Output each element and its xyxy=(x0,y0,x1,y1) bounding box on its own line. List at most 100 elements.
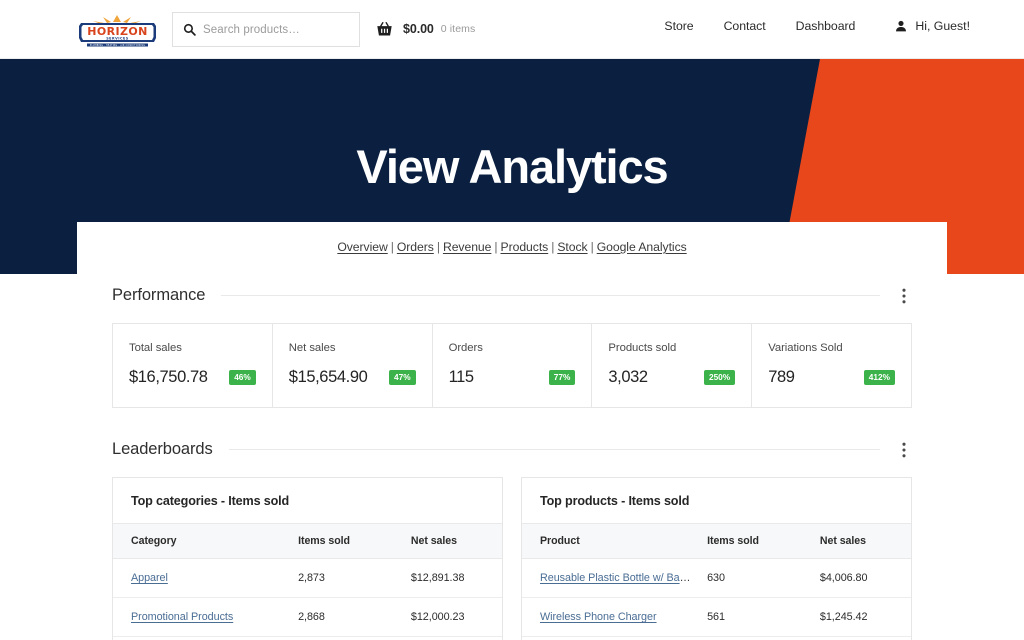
cell-items-sold: 501 xyxy=(697,636,810,640)
subnav-item-products[interactable]: Products xyxy=(501,240,549,254)
cell-category: Promotional Products xyxy=(113,597,289,637)
subnav-separator: | xyxy=(390,240,394,254)
product-link[interactable]: Reusable Plastic Bottle w/ Bamboo Lid xyxy=(540,572,697,584)
kebab-menu-icon[interactable] xyxy=(896,287,912,305)
cell-net-sales: $12,000.23 xyxy=(400,597,502,637)
cell-net-sales: $4,006.80 xyxy=(809,558,911,598)
table-row: Promotional Products 2,868 $12,000.23 xyxy=(113,597,502,637)
column-header-net-sales: Net sales xyxy=(809,524,911,559)
cart-total: $0.00 xyxy=(403,22,434,36)
metric-value: 115 xyxy=(448,368,475,386)
subnav-separator: | xyxy=(436,240,440,254)
cell-items-sold: 2,868 xyxy=(288,597,401,637)
cell-items-sold: 561 xyxy=(697,597,810,637)
metric-net-sales: Net sales $15,654.90 47% xyxy=(273,324,433,407)
category-link[interactable]: Promotional Products xyxy=(131,611,233,623)
metric-delta-badge: 412% xyxy=(863,369,895,386)
cell-category: No Minimums xyxy=(113,636,289,640)
metric-variations-sold: Variations Sold 789 412% xyxy=(752,324,911,407)
cell-net-sales: $12,077.10 xyxy=(400,636,502,640)
site-header: HORIZON SERVICES PLUMBING · HEATING · AI… xyxy=(0,0,1024,59)
metric-products-sold: Products sold 3,032 250% xyxy=(592,324,753,407)
cell-items-sold: 2,873 xyxy=(288,558,401,598)
user-icon xyxy=(896,20,907,32)
metric-delta-badge: 77% xyxy=(548,369,576,386)
metric-delta-badge: 47% xyxy=(388,369,416,386)
leaderboard-panels: Top categories - Items sold Category Ite… xyxy=(112,477,912,640)
cell-items-sold: 2,295 xyxy=(288,636,401,640)
primary-nav: Store Contact Dashboard Hi, Guest! xyxy=(634,19,970,33)
cell-net-sales: $12,891.38 xyxy=(400,558,502,598)
subnav-item-stock[interactable]: Stock xyxy=(557,240,587,254)
top-products-table: Product Items sold Net sales Reusable Pl… xyxy=(522,524,911,640)
subnav-item-google-analytics[interactable]: Google Analytics xyxy=(597,240,687,254)
table-header-row: Product Items sold Net sales xyxy=(522,524,911,559)
metric-value: 3,032 xyxy=(608,368,648,386)
subnav-separator: | xyxy=(551,240,555,254)
column-header-items-sold: Items sold xyxy=(288,524,401,559)
metric-delta-badge: 250% xyxy=(703,369,736,386)
search-input[interactable]: Search products… xyxy=(172,12,360,47)
metric-label: Orders xyxy=(448,342,483,354)
account-greeting: Hi, Guest! xyxy=(915,19,970,33)
nav-item-store[interactable]: Store xyxy=(664,19,693,33)
metric-label: Total sales xyxy=(129,342,182,354)
report-subnav: Overview | Orders | Revenue | Products | Stock | G… xyxy=(77,222,947,254)
metric-label: Variations Sold xyxy=(768,342,843,354)
subnav-item-overview[interactable]: Overview xyxy=(337,240,387,254)
cell-net-sales: $1,803.60 xyxy=(809,636,911,640)
cell-product: Wireless Phone Charger xyxy=(522,597,698,637)
board-title: Top products - Items sold xyxy=(522,478,911,524)
performance-section-header: Performance xyxy=(112,286,912,305)
table-row: Multi-function Tape Measure 501 $1,803.6… xyxy=(522,636,911,640)
nav-item-contact[interactable]: Contact xyxy=(724,19,766,33)
performance-title: Performance xyxy=(112,286,206,304)
cell-product: Reusable Plastic Bottle w/ Bamboo Lid xyxy=(522,558,698,598)
leaderboards-section-header: Leaderboards xyxy=(112,440,912,459)
metric-total-sales: Total sales $16,750.78 46% xyxy=(113,324,273,407)
metric-orders: Orders 115 77% xyxy=(433,324,593,407)
cell-category: Apparel xyxy=(113,558,289,598)
subnav-item-revenue[interactable]: Revenue xyxy=(443,240,491,254)
cell-net-sales: $1,245.42 xyxy=(809,597,911,637)
subnav-item-orders[interactable]: Orders xyxy=(397,240,434,254)
cart-summary[interactable]: $0.00 0 items xyxy=(376,18,475,40)
search-icon xyxy=(183,23,196,36)
column-header-category: Category xyxy=(113,524,289,559)
metric-label: Products sold xyxy=(608,342,677,354)
metric-delta-badge: 46% xyxy=(229,369,256,386)
category-link[interactable]: Apparel xyxy=(131,572,168,584)
table-row: Reusable Plastic Bottle w/ Bamboo Lid 63… xyxy=(522,558,911,598)
table-row: No Minimums 2,295 $12,077.10 xyxy=(113,636,502,640)
search-placeholder: Search products… xyxy=(203,23,300,36)
top-categories-table: Category Items sold Net sales Apparel 2,… xyxy=(113,524,502,640)
table-row: Apparel 2,873 $12,891.38 xyxy=(113,558,502,598)
leaderboard-top-products: Top products - Items sold Product Items … xyxy=(521,477,912,640)
kebab-menu-icon[interactable] xyxy=(896,441,912,459)
product-link[interactable]: Wireless Phone Charger xyxy=(540,611,657,623)
page-root: HORIZON SERVICES PLUMBING · HEATING · AI… xyxy=(0,0,1024,640)
column-header-items-sold: Items sold xyxy=(697,524,810,559)
board-title: Top categories - Items sold xyxy=(113,478,502,524)
cell-items-sold: 630 xyxy=(697,558,810,598)
account-menu[interactable]: Hi, Guest! xyxy=(895,19,970,33)
site-logo[interactable]: HORIZON SERVICES PLUMBING · HEATING · AI… xyxy=(73,12,162,48)
leaderboards-title: Leaderboards xyxy=(112,440,213,458)
performance-metrics: Total sales $16,750.78 46% Net sales $15… xyxy=(112,323,912,408)
svg-text:PLUMBING · HEATING · AIR CONDI: PLUMBING · HEATING · AIR CONDITIONING xyxy=(90,44,145,47)
metric-value: $16,750.78 xyxy=(129,368,208,386)
metric-value: $15,654.90 xyxy=(288,368,368,386)
column-header-product: Product xyxy=(522,524,698,559)
column-header-net-sales: Net sales xyxy=(400,524,502,559)
subnav-separator: | xyxy=(590,240,594,254)
nav-item-dashboard[interactable]: Dashboard xyxy=(796,19,856,33)
section-divider xyxy=(228,449,880,450)
metric-value: 789 xyxy=(768,368,795,386)
section-divider xyxy=(221,295,880,296)
cell-product: Multi-function Tape Measure xyxy=(522,636,698,640)
analytics-card: Overview | Orders | Revenue | Products | Stock | G… xyxy=(77,222,947,640)
table-row: Wireless Phone Charger 561 $1,245.42 xyxy=(522,597,911,637)
cart-item-count: 0 items xyxy=(440,23,476,35)
horizon-services-logo-icon: HORIZON SERVICES PLUMBING · HEATING · AI… xyxy=(79,15,156,47)
metric-label: Net sales xyxy=(288,342,336,354)
